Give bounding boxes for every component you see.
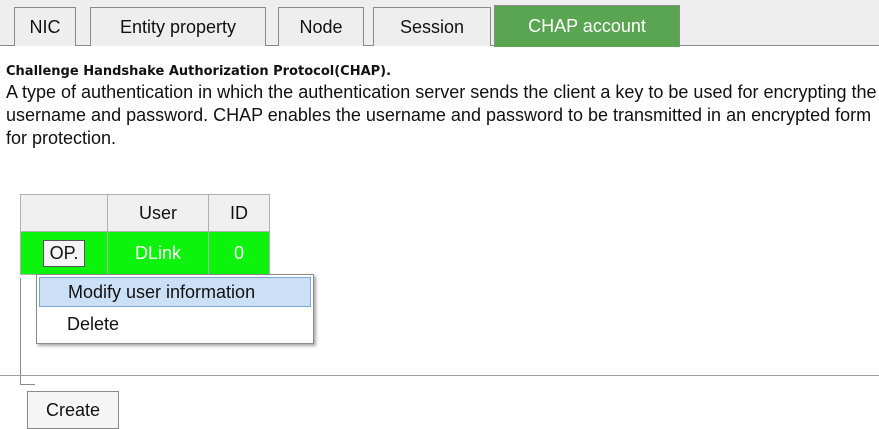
tab-session[interactable]: Session bbox=[373, 7, 491, 46]
chap-account-panel: Challenge Handshake Authorization Protoc… bbox=[0, 46, 879, 429]
column-header-user: User bbox=[107, 194, 209, 232]
menu-item-delete[interactable]: Delete bbox=[39, 309, 311, 339]
create-button[interactable]: Create bbox=[27, 391, 119, 429]
table-border-remainder bbox=[20, 278, 35, 385]
op-context-menu: Modify user information Delete bbox=[36, 274, 314, 344]
section-description: A type of authentication in which the au… bbox=[6, 82, 877, 148]
id-cell: 0 bbox=[208, 231, 270, 275]
tab-bar: NIC Entity property Node Session CHAP ac… bbox=[0, 0, 879, 47]
table-header-row: User ID bbox=[20, 194, 270, 232]
table-row[interactable]: OP. DLink 0 bbox=[20, 231, 270, 275]
op-button[interactable]: OP. bbox=[42, 239, 86, 267]
chap-users-table: User ID OP. DLink 0 bbox=[20, 194, 270, 275]
divider bbox=[0, 375, 879, 376]
menu-item-modify-user[interactable]: Modify user information bbox=[39, 277, 311, 307]
section-heading: Challenge Handshake Authorization Protoc… bbox=[6, 64, 392, 79]
user-cell: DLink bbox=[107, 231, 209, 275]
op-cell: OP. bbox=[20, 231, 108, 275]
tab-node[interactable]: Node bbox=[278, 7, 364, 46]
column-header-id: ID bbox=[208, 194, 270, 232]
tab-entity-property[interactable]: Entity property bbox=[90, 7, 266, 46]
tab-chap-account[interactable]: CHAP account bbox=[494, 5, 680, 47]
tab-nic[interactable]: NIC bbox=[14, 7, 76, 46]
column-header-op bbox=[20, 194, 108, 232]
